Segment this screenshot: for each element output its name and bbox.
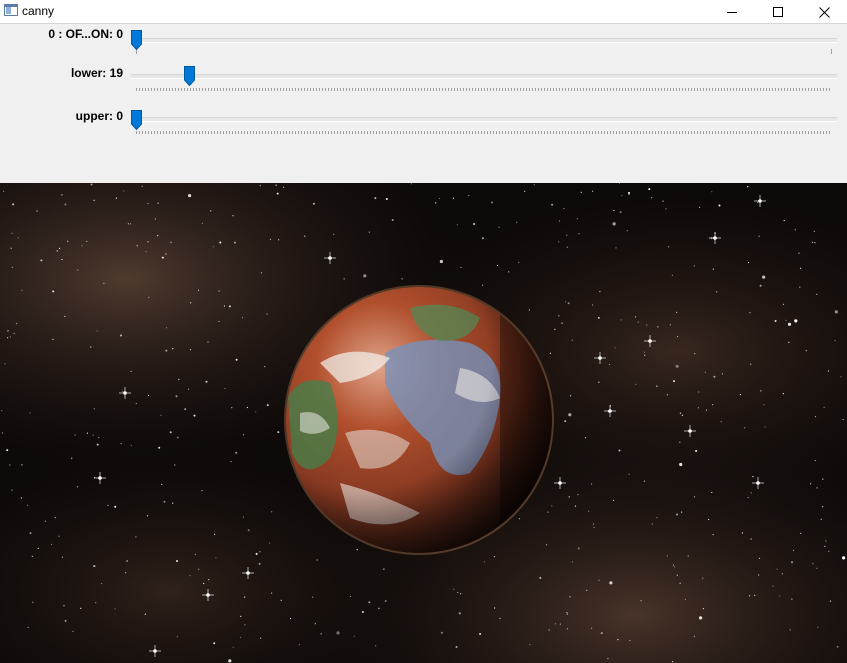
trackbar-upper-ticks: [136, 131, 832, 134]
maximize-button[interactable]: [755, 0, 801, 24]
trackbar-lower-ticks: [136, 88, 832, 91]
minimize-button[interactable]: [709, 0, 755, 24]
trackbar-onoff-tick-end: [831, 49, 832, 54]
trackbar-lower: lower: 19: [0, 65, 847, 95]
trackbar-onoff: 0 : OF...ON: 0: [0, 27, 847, 57]
close-icon: [818, 6, 830, 18]
trackbar-onoff-label: 0 : OF...ON: 0: [48, 27, 123, 41]
minimize-icon: [727, 12, 737, 13]
maximize-icon: [773, 7, 783, 17]
planet-starfield-image: [0, 183, 847, 663]
trackbar-panel: 0 : OF...ON: 0 lower: 19 upper: 0: [0, 24, 847, 183]
trackbar-onoff-thumb[interactable]: [131, 30, 142, 50]
trackbar-upper-track[interactable]: [131, 117, 837, 122]
window-title: canny: [22, 4, 55, 18]
trackbar-upper-thumb[interactable]: [131, 110, 142, 130]
trackbar-lower-label: lower: 19: [70, 66, 123, 80]
title-bar[interactable]: canny: [0, 0, 847, 24]
canny-window: canny 0 : OF...ON: 0 lower: 19 upper: 0: [0, 0, 847, 663]
image-display[interactable]: [0, 183, 847, 663]
trackbar-lower-track[interactable]: [131, 74, 837, 79]
trackbar-upper-label: upper: 0: [75, 109, 123, 123]
trackbar-lower-thumb[interactable]: [183, 66, 195, 86]
close-button[interactable]: [801, 0, 847, 24]
trackbar-onoff-track[interactable]: [131, 38, 837, 43]
window-app-icon: [4, 4, 18, 16]
trackbar-upper: upper: 0: [0, 108, 847, 138]
